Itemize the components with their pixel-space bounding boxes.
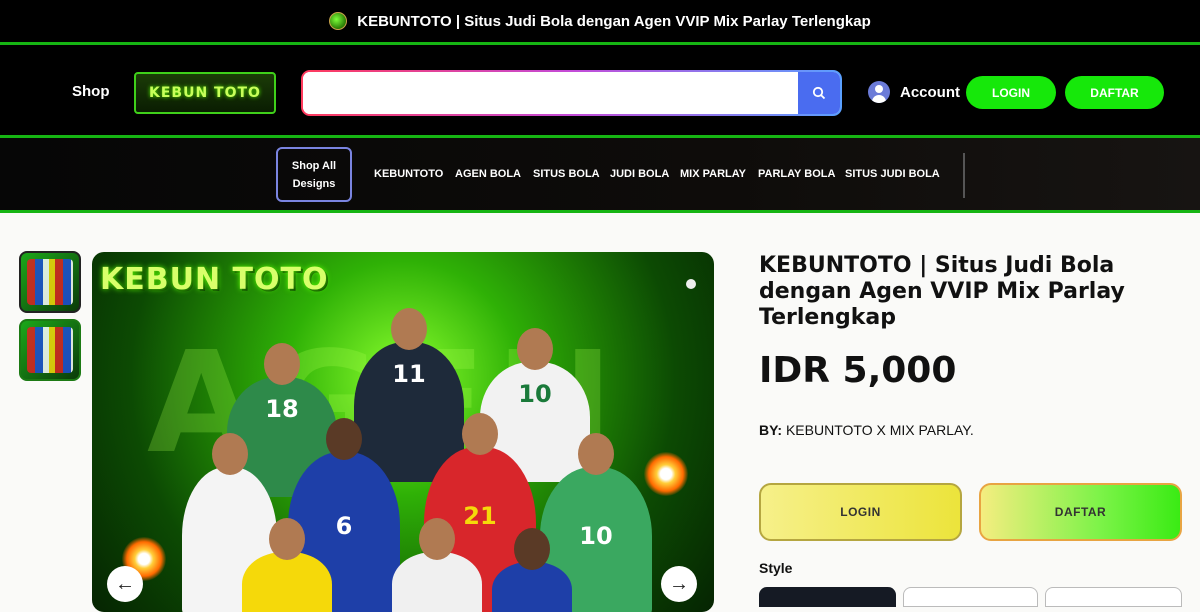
search-button[interactable] [798, 72, 840, 114]
announcement-bar: KEBUNTOTO | Situs Judi Bola dengan Agen … [0, 0, 1200, 42]
product-login-button[interactable]: LOGIN [759, 483, 962, 541]
carousel-next-button[interactable]: → [661, 566, 697, 602]
nav-item-mix-parlay[interactable]: MIX PARLAY [680, 168, 746, 180]
arrow-left-icon: ← [115, 572, 135, 595]
search-icon [812, 86, 826, 100]
divider [0, 210, 1200, 213]
nav-item-situs-bola[interactable]: SITUS BOLA [533, 168, 600, 180]
carousel-dot[interactable] [686, 279, 696, 289]
player-figure [242, 518, 332, 612]
search-input[interactable] [303, 72, 798, 114]
announcement-text: KEBUNTOTO | Situs Judi Bola dengan Agen … [357, 12, 871, 30]
style-option[interactable] [759, 587, 896, 607]
header-daftar-button[interactable]: DAFTAR [1065, 76, 1164, 109]
fire-ball-graphic [644, 452, 688, 496]
category-nav: Shop All Designs KEBUNTOTO AGEN BOLA SIT… [0, 138, 1200, 210]
player-figure [392, 518, 482, 612]
carousel-prev-button[interactable]: ← [107, 566, 143, 602]
style-option[interactable] [1045, 587, 1182, 607]
gallery-thumbnail-1[interactable] [19, 251, 81, 313]
account-icon[interactable] [868, 81, 890, 103]
product-byline: BY: KEBUNTOTO X MIX PARLAY. [759, 422, 974, 438]
shop-link[interactable]: Shop [72, 83, 110, 100]
arrow-right-icon: → [669, 572, 689, 595]
nav-divider [963, 153, 965, 198]
shop-all-designs-button[interactable]: Shop All Designs [276, 147, 352, 202]
style-label: Style [759, 560, 793, 576]
product-title: KEBUNTOTO | Situs Judi Bola dengan Agen … [759, 253, 1125, 330]
nav-item-situs-judi-bola[interactable]: SITUS JUDI BOLA [845, 168, 940, 180]
player-figure [492, 528, 572, 612]
site-logo[interactable]: KEBUN TOTO [134, 72, 276, 114]
style-option[interactable] [903, 587, 1038, 607]
nav-item-agen-bola[interactable]: AGEN BOLA [455, 168, 521, 180]
product-daftar-button[interactable]: DAFTAR [979, 483, 1182, 541]
product-hero-image: AGEN KEBUN TOTO 18 11 10 6 21 10 [92, 252, 714, 612]
nav-item-parlay-bola[interactable]: PARLAY BOLA [758, 168, 835, 180]
site-header: Shop KEBUN TOTO Account LOGIN DAFTAR [0, 45, 1200, 135]
gallery-thumbnail-2[interactable] [19, 319, 81, 381]
header-login-button[interactable]: LOGIN [966, 76, 1056, 109]
byline-prefix: BY: [759, 422, 783, 438]
hero-logo: KEBUN TOTO [100, 262, 329, 297]
leaf-logo-icon [329, 12, 348, 30]
search-bar [301, 70, 842, 116]
product-price: IDR 5,000 [759, 350, 957, 391]
nav-item-kebuntoto[interactable]: KEBUNTOTO [374, 168, 443, 180]
byline-value: KEBUNTOTO X MIX PARLAY. [785, 422, 974, 438]
account-link[interactable]: Account [900, 84, 960, 101]
nav-item-judi-bola[interactable]: JUDI BOLA [610, 168, 669, 180]
